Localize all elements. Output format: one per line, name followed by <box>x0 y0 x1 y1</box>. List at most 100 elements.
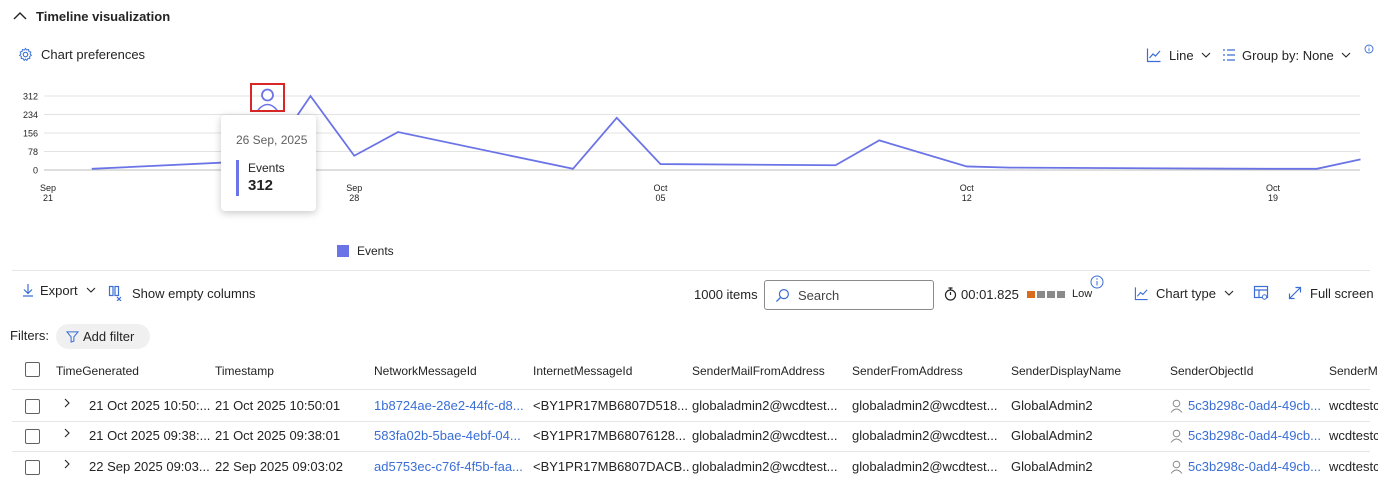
data-point[interactable] <box>572 167 575 170</box>
severity-bar-4 <box>1057 290 1065 298</box>
search-icon <box>775 288 790 302</box>
row-checkbox[interactable] <box>25 399 40 414</box>
chevron-down-icon <box>1201 52 1210 58</box>
severity-label: Low <box>1072 288 1093 300</box>
table-cell-senderfromaddress: globaladmin2@wcdtest... <box>852 428 998 443</box>
table-cell-internetmessageid: <BY1PR17MB6807DACB... <box>533 459 689 474</box>
table-cell-timestamp: 21 Oct 2025 09:38:01 <box>215 428 341 443</box>
data-point[interactable] <box>353 154 356 157</box>
tooltip-value: 312 <box>248 177 274 194</box>
table-cell-timegenerated: 22 Sep 2025 09:03... <box>89 459 210 474</box>
column-header-senderfromaddress[interactable]: SenderFromAddress <box>852 364 963 378</box>
column-header-senderobjectid[interactable]: SenderObjectId <box>1170 364 1253 378</box>
table-cell-timegenerated: 21 Oct 2025 09:38:... <box>89 428 211 443</box>
table-cell-senderobjectid[interactable]: 5c3b298c-0ad4-49cb... <box>1188 398 1326 413</box>
table-cell-senderma: wcdtestc <box>1329 459 1378 474</box>
column-settings-icon[interactable] <box>1253 285 1269 301</box>
timeline-chart[interactable]: 312234156780Sep21Sep28Oct05Oct12Oct19 <box>0 82 1378 262</box>
table-cell-senderdisplayname: GlobalAdmin2 <box>1011 459 1093 474</box>
data-point[interactable] <box>878 139 881 142</box>
data-point[interactable] <box>397 131 400 134</box>
filter-icon <box>66 331 79 343</box>
x-tick-month: Sep <box>40 183 56 193</box>
table-cell-sendermailfromaddress: globaladmin2@wcdtest... <box>692 428 838 443</box>
data-point[interactable] <box>615 116 618 119</box>
show-empty-columns-button[interactable]: Show empty columns <box>108 284 256 302</box>
data-point[interactable] <box>659 163 662 166</box>
table-cell-networkmessageid[interactable]: 583fa02b-5bae-4ebf-04... <box>374 428 530 443</box>
table-cell-internetmessageid: <BY1PR17MB6807D518... <box>533 398 689 413</box>
filters-label: Filters: <box>10 328 49 343</box>
download-icon <box>23 284 33 297</box>
info-icon[interactable] <box>1364 44 1374 54</box>
column-header-networkmessageid[interactable]: NetworkMessageId <box>374 364 477 378</box>
chevron-up-icon[interactable] <box>12 8 28 24</box>
add-filter-button[interactable]: Add filter <box>56 324 150 349</box>
y-tick-label: 312 <box>23 92 38 102</box>
table-cell-senderobjectid[interactable]: 5c3b298c-0ad4-49cb... <box>1188 428 1326 443</box>
expand-row-chevron-icon[interactable] <box>62 427 72 439</box>
table-cell-timestamp: 21 Oct 2025 10:50:01 <box>215 398 341 413</box>
table-cell-senderfromaddress: globaladmin2@wcdtest... <box>852 459 998 474</box>
chart-type-dropdown[interactable]: Chart type <box>1134 284 1235 302</box>
data-point[interactable] <box>965 165 968 168</box>
column-header-timegenerated[interactable]: TimeGenerated <box>56 364 139 378</box>
tooltip-date: 26 Sep, 2025 <box>236 133 308 147</box>
expand-row-chevron-icon[interactable] <box>62 458 72 470</box>
chart-type-label: Chart type <box>1156 285 1216 301</box>
x-tick-day: 28 <box>349 193 359 203</box>
table-cell-networkmessageid[interactable]: ad5753ec-c76f-4f5b-faa... <box>374 459 530 474</box>
table-cell-networkmessageid[interactable]: 1b8724ae-28e2-44fc-d8... <box>374 398 530 413</box>
data-point[interactable] <box>309 95 312 98</box>
data-point[interactable] <box>1315 167 1318 170</box>
table-cell-internetmessageid: <BY1PR17MB68076128... <box>533 428 686 443</box>
info-icon[interactable] <box>1090 275 1104 289</box>
stopwatch-icon <box>944 287 957 301</box>
group-by-dropdown[interactable]: Group by: None <box>1222 45 1352 65</box>
data-point[interactable] <box>834 164 837 167</box>
x-tick-month: Sep <box>346 183 362 193</box>
section-title: Timeline visualization <box>36 8 171 24</box>
show-empty-columns-label: Show empty columns <box>132 285 256 301</box>
data-point[interactable] <box>1009 166 1012 169</box>
severity-bar-1 <box>1027 290 1035 298</box>
table-cell-timestamp: 22 Sep 2025 09:03:02 <box>215 459 343 474</box>
export-button[interactable]: Export <box>22 281 97 299</box>
column-header-internetmessageid[interactable]: InternetMessageId <box>533 364 632 378</box>
data-point[interactable] <box>1359 158 1362 161</box>
select-all-checkbox[interactable] <box>25 362 40 377</box>
chart-preferences-button[interactable]: Chart preferences <box>18 44 145 64</box>
y-tick-label: 156 <box>23 129 38 139</box>
gear-icon <box>18 47 33 61</box>
add-filter-label: Add filter <box>83 329 135 344</box>
chevron-down-icon <box>1341 52 1351 58</box>
y-tick-label: 0 <box>33 166 38 176</box>
row-checkbox[interactable] <box>25 460 40 475</box>
column-header-senderdisplayname[interactable]: SenderDisplayName <box>1011 364 1121 378</box>
x-tick-month: Oct <box>653 183 668 193</box>
tooltip-series-label: Events <box>248 161 285 175</box>
chart-tooltip: 26 Sep, 2025 Events 312 <box>221 115 316 211</box>
column-header-sendermailbox[interactable]: SenderMa <box>1329 364 1378 378</box>
chart-legend[interactable]: Events <box>337 244 394 258</box>
column-header-timestamp[interactable]: Timestamp <box>215 364 274 378</box>
column-header-sendermailfromaddress[interactable]: SenderMailFromAddress <box>692 364 825 378</box>
line-style-dropdown[interactable]: Line <box>1146 45 1212 65</box>
search-placeholder: Search <box>798 287 840 303</box>
data-point[interactable] <box>1272 167 1275 170</box>
expand-icon <box>1288 286 1302 300</box>
severity-indicator: Low <box>1027 288 1092 300</box>
y-tick-label: 78 <box>28 147 38 157</box>
data-point[interactable] <box>90 167 93 170</box>
elapsed-time: 00:01.825 <box>961 286 1019 302</box>
row-checkbox[interactable] <box>25 429 40 444</box>
expand-row-chevron-icon[interactable] <box>62 397 72 409</box>
table-cell-sendermailfromaddress: globaladmin2@wcdtest... <box>692 398 838 413</box>
table-cell-senderma: wcdtestc <box>1329 398 1378 413</box>
search-input[interactable]: Search <box>764 280 934 310</box>
timeline-header[interactable]: Timeline visualization <box>12 6 170 26</box>
full-screen-button[interactable]: Full screen <box>1288 284 1374 302</box>
query-timer: 00:01.825 <box>944 285 1019 303</box>
table-cell-senderobjectid[interactable]: 5c3b298c-0ad4-49cb... <box>1188 459 1326 474</box>
chevron-down-icon <box>1224 290 1234 296</box>
